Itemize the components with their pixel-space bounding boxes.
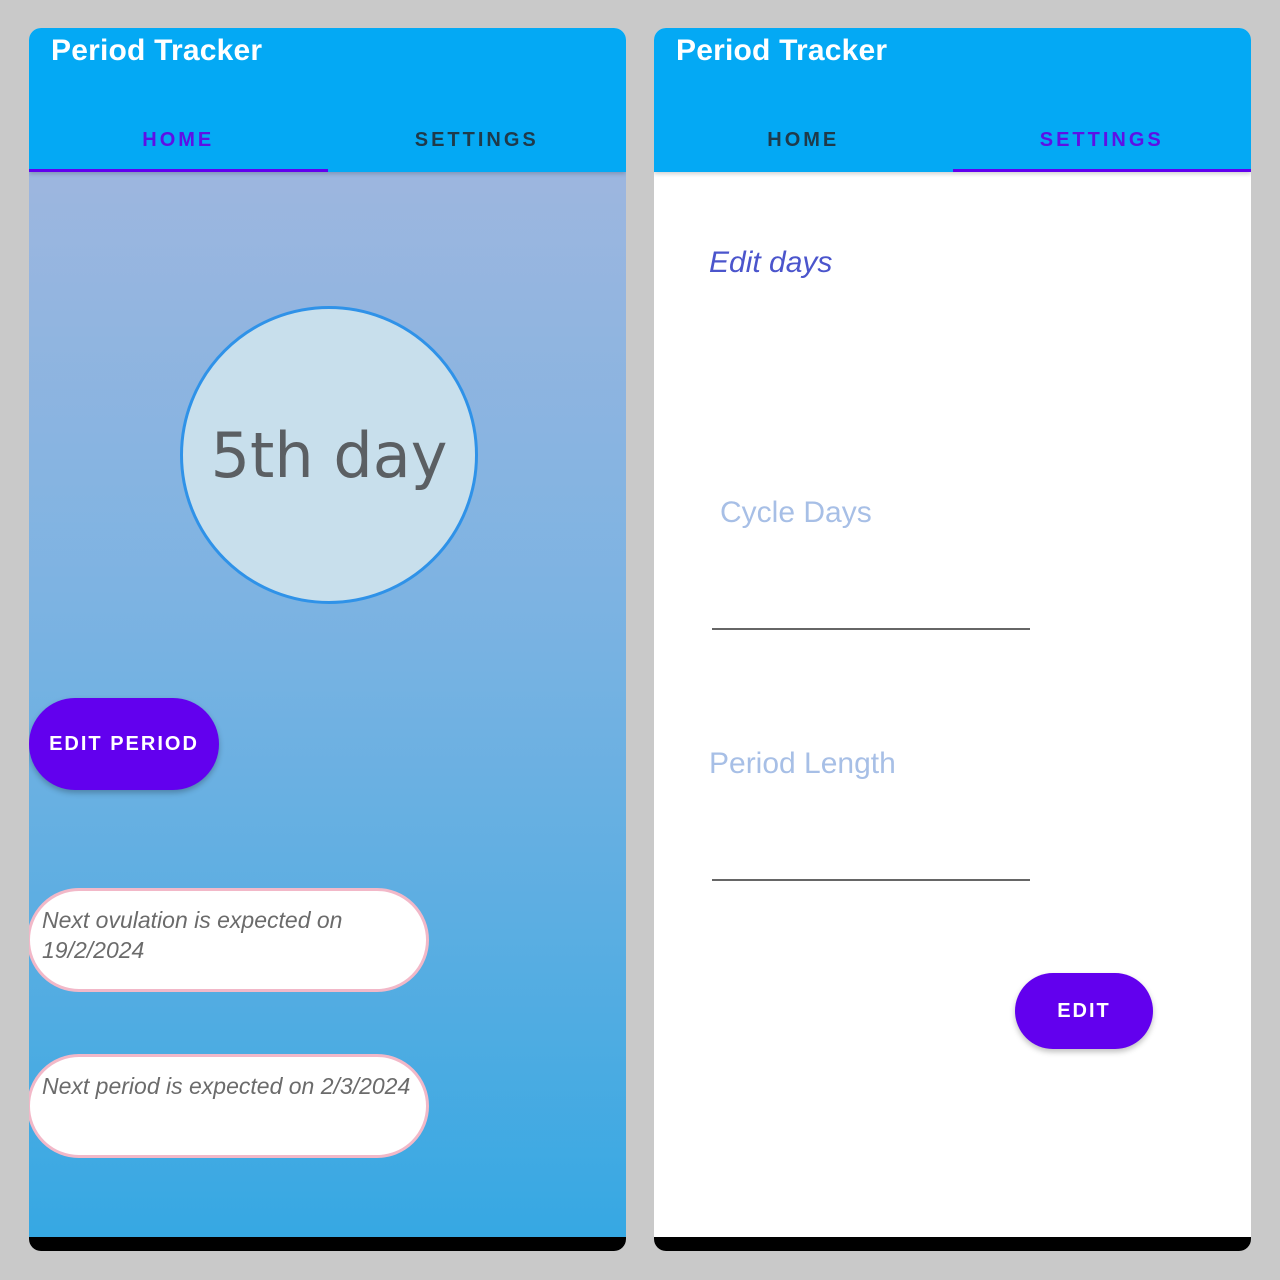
- tab-settings-label: SETTINGS: [1039, 128, 1164, 151]
- edit-button-label: EDIT: [1057, 999, 1111, 1022]
- bottom-navigation-bar: [654, 1237, 1251, 1251]
- app-title: Period Tracker: [676, 34, 888, 67]
- home-content: 5th day EDIT PERIOD Next ovulation is ex…: [29, 172, 626, 1237]
- cycle-days-label: Cycle Days: [720, 496, 872, 529]
- app-bar: Period Tracker HOME SETTINGS: [29, 28, 626, 172]
- edit-period-button[interactable]: EDIT PERIOD: [29, 698, 219, 790]
- app-title: Period Tracker: [51, 34, 263, 67]
- home-screen: Period Tracker HOME SETTINGS 5th day EDI…: [29, 28, 626, 1251]
- edit-period-label: EDIT PERIOD: [49, 732, 199, 755]
- next-period-info-card: Next period is expected on 2/3/2024: [29, 1054, 429, 1158]
- active-tab-indicator: [29, 169, 328, 172]
- period-length-label: Period Length: [709, 747, 896, 780]
- settings-content: Edit days Cycle Days Period Length EDIT: [654, 172, 1251, 1237]
- app-bar: Period Tracker HOME SETTINGS: [654, 28, 1251, 172]
- edit-button[interactable]: EDIT: [1015, 973, 1153, 1049]
- ovulation-text: Next ovulation is expected on 19/2/2024: [42, 907, 343, 963]
- bottom-navigation-bar: [29, 1237, 626, 1251]
- period-length-underline: [712, 879, 1030, 881]
- active-tab-indicator: [952, 169, 1251, 172]
- tab-home-label: HOME: [142, 128, 215, 151]
- tab-home[interactable]: HOME: [29, 108, 328, 172]
- section-title: Edit days: [709, 246, 833, 279]
- cycle-days-input[interactable]: [712, 586, 1034, 628]
- cycle-day-text: 5th day: [210, 418, 448, 492]
- cycle-days-underline: [712, 628, 1030, 630]
- tab-home[interactable]: HOME: [654, 108, 953, 172]
- tab-settings[interactable]: SETTINGS: [328, 108, 627, 172]
- next-period-text: Next period is expected on 2/3/2024: [42, 1073, 411, 1099]
- tab-home-label: HOME: [767, 128, 840, 151]
- cycle-day-circle: 5th day: [180, 306, 478, 604]
- settings-screen: Period Tracker HOME SETTINGS Edit days C…: [654, 28, 1251, 1251]
- ovulation-info-card: Next ovulation is expected on 19/2/2024: [29, 888, 429, 992]
- tab-settings-label: SETTINGS: [414, 128, 539, 151]
- period-length-input[interactable]: [712, 837, 1034, 879]
- tab-settings[interactable]: SETTINGS: [953, 108, 1252, 172]
